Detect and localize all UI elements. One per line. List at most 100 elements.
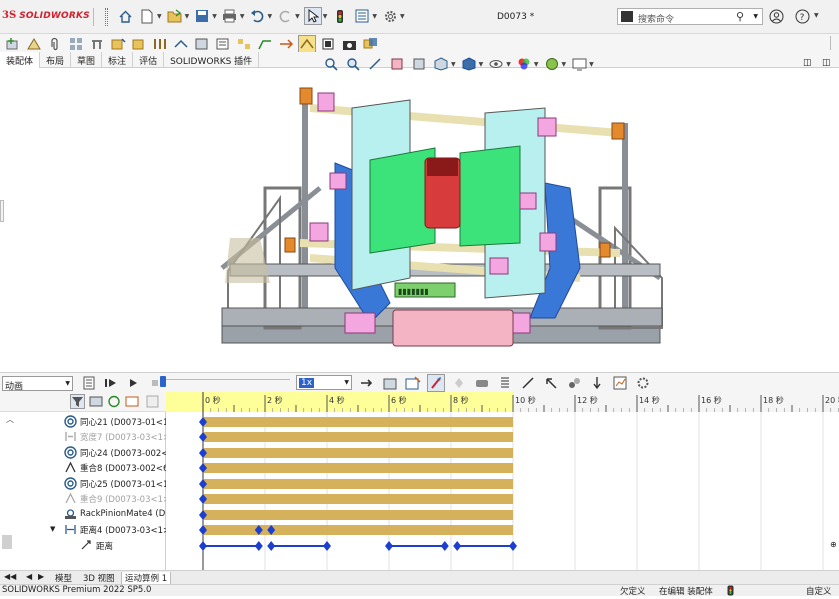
filter-animated-icon[interactable] xyxy=(89,395,103,411)
paperclip-icon[interactable] xyxy=(46,35,64,53)
assembly-features-icon[interactable] xyxy=(151,35,169,53)
dynamic-annotation-icon[interactable] xyxy=(410,55,428,73)
filter-driving-icon[interactable] xyxy=(107,395,121,411)
scroll-left-icon[interactable]: ◀ xyxy=(26,572,32,581)
chevron-down-icon[interactable]: ▼ xyxy=(534,61,539,68)
save-animation-icon[interactable] xyxy=(381,374,399,392)
display-style-icon[interactable] xyxy=(460,55,478,73)
chevron-down-icon[interactable]: ▼ xyxy=(589,61,594,68)
window-restore-icon[interactable]: ◫ xyxy=(803,58,812,68)
tab-solidworks-addins[interactable]: SOLIDWORKS 插件 xyxy=(164,52,260,68)
new-document-icon[interactable] xyxy=(138,7,156,25)
scroll-handle[interactable] xyxy=(830,36,836,50)
filter-selected-icon[interactable] xyxy=(125,395,139,411)
chevron-down-icon[interactable]: ▼ xyxy=(400,13,405,20)
chevron-down-icon[interactable]: ▼ xyxy=(753,13,758,20)
calculate-icon[interactable] xyxy=(80,374,98,392)
select-cursor-icon[interactable] xyxy=(303,7,322,25)
chevron-down-icon[interactable]: ▼ xyxy=(479,61,484,68)
filter-results-icon[interactable] xyxy=(146,395,160,411)
gravity-icon[interactable] xyxy=(588,374,606,392)
large-assembly-icon[interactable] xyxy=(319,35,337,53)
zoom-to-fit-icon[interactable] xyxy=(322,55,340,73)
tree-item[interactable]: 宽度7 (D0073-03<1> xyxy=(0,429,166,444)
tree-item[interactable]: 同心24 (D0073-002< xyxy=(0,445,166,460)
edit-appearance-icon[interactable] xyxy=(515,55,533,73)
window-tile-icon[interactable]: ◫ xyxy=(822,58,831,68)
search-commands-input[interactable]: 搜索命令 ⚲ ▼ xyxy=(617,8,763,25)
home-icon[interactable] xyxy=(116,7,134,25)
interference-check-icon[interactable] xyxy=(361,35,379,53)
tree-item[interactable]: 重合9 (D0073-03<1> xyxy=(0,491,166,506)
solidworks-logo[interactable]: 3S SOLIDWORKS xyxy=(2,10,90,21)
tab-layout[interactable]: 布局 xyxy=(40,52,72,68)
tree-item[interactable]: 距离 xyxy=(0,538,166,553)
tab-3d-view[interactable]: 3D 视图 xyxy=(80,572,118,584)
help-icon[interactable]: ? xyxy=(795,9,810,27)
chevron-down-icon[interactable]: ▼ xyxy=(185,13,190,20)
motor-icon[interactable] xyxy=(473,374,491,392)
chevron-down-icon[interactable]: ▼ xyxy=(157,13,162,20)
exploded-view-icon[interactable] xyxy=(235,35,253,53)
take-snapshot-icon[interactable] xyxy=(298,35,316,53)
view-settings-monitor-icon[interactable] xyxy=(570,55,588,73)
undo-icon[interactable] xyxy=(249,7,267,25)
camera-icon[interactable] xyxy=(340,35,358,53)
previous-view-icon[interactable] xyxy=(366,55,384,73)
apply-scene-icon[interactable] xyxy=(543,55,561,73)
reference-geometry-icon[interactable] xyxy=(172,35,190,53)
timeline-area[interactable]: 0 秒 2 秒 4 秒 6 秒 8 秒 10 秒 12 秒 14 秒 16 秒 18 秒 20 秒 xyxy=(166,392,839,570)
save-icon[interactable] xyxy=(193,7,211,25)
tree-item[interactable]: 同心25 (D0073-01<1 xyxy=(0,476,166,491)
options-gear-icon[interactable] xyxy=(381,7,399,25)
chevron-down-icon[interactable]: ▼ xyxy=(814,12,819,19)
scroll-right-icon[interactable]: ▶ xyxy=(38,572,44,581)
playback-slider-track[interactable] xyxy=(160,379,290,385)
timeline-grid[interactable]: 0 秒 2 秒 4 秒 6 秒 8 秒 10 秒 12 秒 14 秒 16 秒 18 秒 20 秒 xyxy=(166,392,839,570)
contact-icon[interactable] xyxy=(565,374,583,392)
tab-evaluate[interactable]: 评估 xyxy=(133,52,165,68)
file-properties-icon[interactable] xyxy=(353,7,371,25)
timeline-zoom-icon[interactable]: ⊕ xyxy=(830,540,837,549)
graphics-area[interactable]: ▮▮▮▮▮▮▮ xyxy=(0,68,839,368)
chevron-down-icon[interactable]: ▼ xyxy=(562,61,567,68)
linear-pattern-icon[interactable] xyxy=(67,35,85,53)
rebuild-status-icon[interactable] xyxy=(727,585,734,599)
animation-wizard-icon[interactable] xyxy=(404,374,422,392)
damper-icon[interactable] xyxy=(519,374,537,392)
feature-manager-collapse-handle[interactable] xyxy=(0,200,4,222)
mate-icon[interactable] xyxy=(25,35,43,53)
view-orientation-icon[interactable] xyxy=(432,55,450,73)
chevron-down-icon[interactable]: ▼ xyxy=(240,13,245,20)
update-speedpak-icon[interactable] xyxy=(277,35,295,53)
move-component-icon[interactable] xyxy=(109,35,127,53)
hide-show-items-icon[interactable] xyxy=(487,55,505,73)
show-hidden-icon[interactable] xyxy=(130,35,148,53)
add-update-key-icon[interactable] xyxy=(450,374,468,392)
redo-icon[interactable] xyxy=(276,7,294,25)
drag-handle[interactable] xyxy=(105,8,108,26)
tree-item[interactable]: 重合8 (D0073-002<6 xyxy=(0,460,166,475)
chevron-down-icon[interactable]: ▼ xyxy=(323,13,328,20)
tab-sketch[interactable]: 草图 xyxy=(71,52,103,68)
tree-item[interactable]: 距离4 (D0073-03<1> xyxy=(0,522,166,537)
study-type-select[interactable]: 动画 ▼ xyxy=(2,376,73,392)
filter-icon[interactable] xyxy=(70,394,85,409)
bill-of-materials-icon[interactable] xyxy=(214,35,232,53)
insert-component-icon[interactable] xyxy=(4,35,22,53)
play-from-start-icon[interactable] xyxy=(102,374,120,392)
tab-assembly[interactable]: 装配体 xyxy=(0,52,41,68)
zoom-to-area-icon[interactable] xyxy=(344,55,362,73)
tree-scrollbar-thumb[interactable] xyxy=(2,535,12,549)
tab-model[interactable]: 模型 xyxy=(52,572,75,584)
tree-item[interactable]: RackPinionMate4 (D xyxy=(0,507,166,522)
tab-markup[interactable]: 标注 xyxy=(102,52,134,68)
chevron-down-icon[interactable]: ▼ xyxy=(506,61,511,68)
chevron-down-icon[interactable]: ▼ xyxy=(295,13,300,20)
chevron-down-icon[interactable]: ▼ xyxy=(212,13,217,20)
rebuild-traffic-light-icon[interactable] xyxy=(331,7,349,25)
scroll-first-icon[interactable]: ◀◀ xyxy=(4,572,16,581)
force-icon[interactable] xyxy=(542,374,560,392)
play-icon[interactable] xyxy=(124,374,142,392)
tree-item[interactable]: 同心21 (D0073-01<1 xyxy=(0,414,166,429)
